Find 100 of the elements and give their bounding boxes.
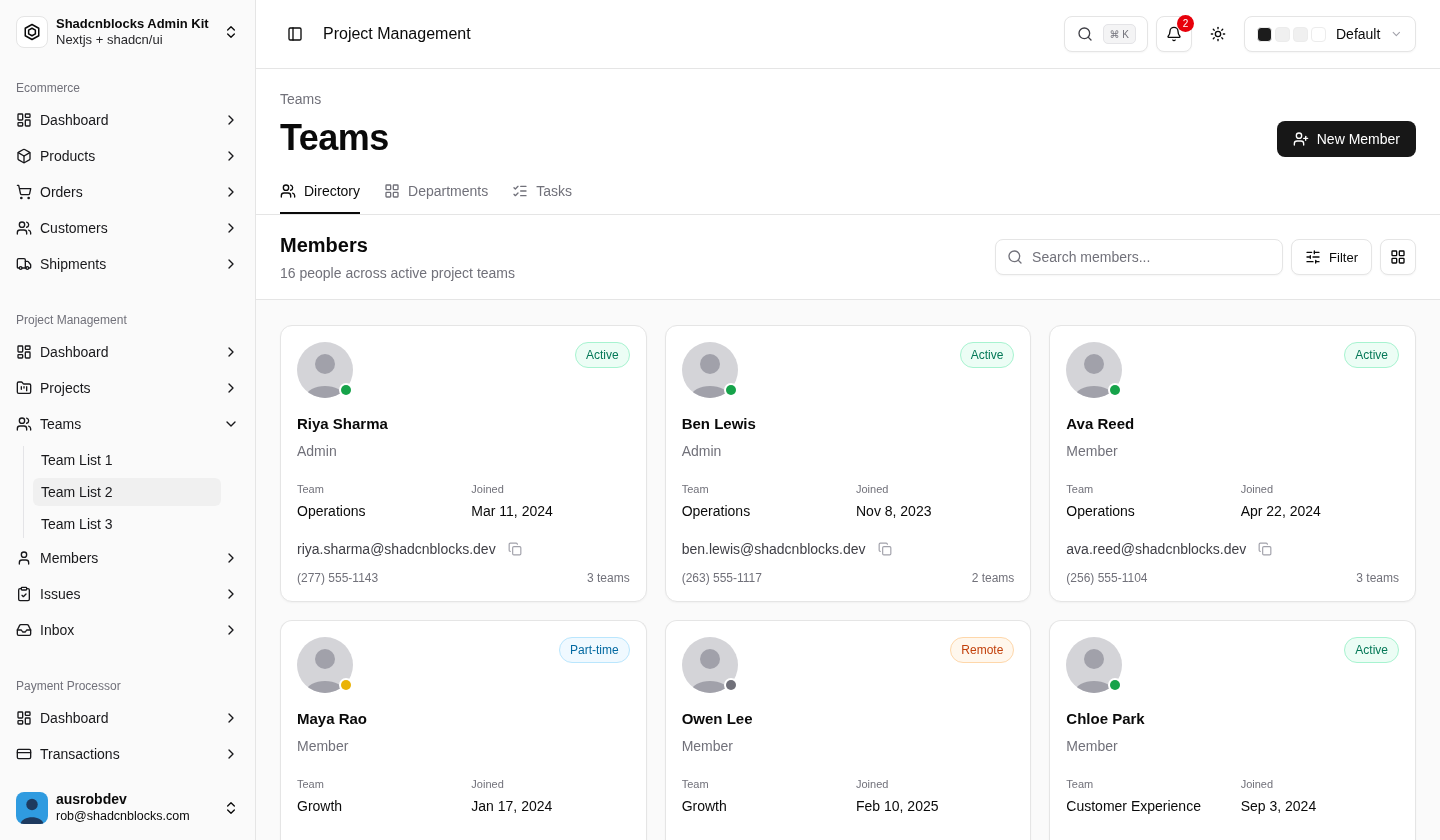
sliders-icon xyxy=(1305,249,1322,265)
nav-item[interactable]: Issues xyxy=(8,578,247,610)
cart-icon xyxy=(16,184,32,200)
email-address: riya.sharma@shadcnblocks.dev xyxy=(297,540,496,559)
joined-date: Apr 22, 2024 xyxy=(1240,502,1322,521)
users-icon xyxy=(16,220,32,236)
notifications-button[interactable]: 2 xyxy=(1156,16,1192,52)
member-role: Admin xyxy=(681,442,723,461)
page-title: Teams xyxy=(280,118,389,158)
nav-item[interactable]: Dashboard xyxy=(8,336,247,368)
field-label: Team xyxy=(297,777,325,792)
nav-item[interactable]: Orders xyxy=(8,176,247,208)
team-name: Growth xyxy=(297,797,344,816)
field-label: Joined xyxy=(471,482,505,497)
status-badge: Active xyxy=(1344,342,1399,368)
workspace-name: Shadcnblocks Admin Kit xyxy=(56,16,210,32)
member-role: Member xyxy=(1066,442,1119,461)
nav-item[interactable]: Dashboard xyxy=(8,104,247,136)
user-icon xyxy=(16,550,32,566)
phone-number: (263) 555-1117 xyxy=(681,570,762,586)
copy-icon[interactable] xyxy=(877,542,892,556)
status-badge: Part-time xyxy=(558,637,630,663)
team-count: 2 teams xyxy=(971,570,1015,586)
notification-badge: 2 xyxy=(1177,15,1194,32)
team-count: 3 teams xyxy=(1356,570,1399,586)
team-name: Operations xyxy=(681,502,752,521)
copy-icon[interactable] xyxy=(1258,542,1273,556)
nav-item[interactable]: Customers xyxy=(8,212,247,244)
tab[interactable]: Directory xyxy=(280,181,360,214)
section-label: Ecommerce xyxy=(15,80,81,97)
submenu-item[interactable]: Team List 2 xyxy=(33,478,221,506)
avatar-silhouette-icon xyxy=(1066,342,1123,398)
workspace-switcher[interactable]: Shadcnblocks Admin Kit Nextjs + shadcn/ui xyxy=(8,8,247,56)
nav-item[interactable]: Members xyxy=(8,542,247,574)
nav-item[interactable]: Transactions xyxy=(8,738,247,770)
status-badge: Active xyxy=(959,342,1015,368)
section-title: Members xyxy=(280,233,369,258)
inbox-icon xyxy=(16,622,32,638)
clipboard-check-icon xyxy=(16,586,32,602)
status-badge: Remote xyxy=(950,637,1015,663)
avatar-silhouette-icon xyxy=(1066,637,1123,693)
submenu-item[interactable]: Team List 1 xyxy=(33,446,221,474)
field-label: Team xyxy=(297,482,325,497)
joined-date: Mar 11, 2024 xyxy=(471,502,554,521)
user-email: rob@shadcnblocks.com xyxy=(56,808,191,824)
field-label: Team xyxy=(681,482,710,497)
bell-icon xyxy=(1166,26,1182,42)
phone-number: (256) 555-1104 xyxy=(1066,570,1148,586)
submenu-item[interactable]: Team List 3 xyxy=(33,510,221,538)
search-icon xyxy=(1076,26,1093,42)
nav-item[interactable]: Products xyxy=(8,140,247,172)
user-menu[interactable]: ausrobdev rob@shadcnblocks.com xyxy=(8,783,247,832)
member-name: Ava Reed xyxy=(1066,414,1136,434)
users-icon xyxy=(16,416,32,432)
checklist-icon xyxy=(512,183,529,199)
theme-select[interactable]: Default xyxy=(1244,16,1416,52)
panel-left-icon xyxy=(287,26,303,42)
phone-number: (277) 555-1143 xyxy=(297,570,379,586)
status-badge: Active xyxy=(1344,637,1399,663)
search-field[interactable]: Search members... xyxy=(995,239,1284,275)
grid-icon xyxy=(384,183,400,199)
avatar-silhouette-icon xyxy=(297,637,353,693)
grid-icon xyxy=(1390,249,1406,265)
user-name: ausrobdev xyxy=(56,791,128,808)
joined-date: Feb 10, 2025 xyxy=(856,797,940,816)
field-label: Team xyxy=(1066,482,1095,497)
email-address: ava.reed@shadcnblocks.dev xyxy=(1066,540,1247,559)
nav-item[interactable]: Teams xyxy=(8,408,247,440)
joined-date: Sep 3, 2024 xyxy=(1240,797,1318,816)
nav-item[interactable]: Inbox xyxy=(8,614,247,646)
member-name: Owen Lee xyxy=(681,709,754,729)
users-icon xyxy=(280,183,296,199)
grid-view-button[interactable] xyxy=(1380,239,1416,275)
section-label: Payment Processor xyxy=(15,678,122,695)
nav-item[interactable]: Shipments xyxy=(8,248,247,280)
member-role: Admin xyxy=(297,442,338,461)
nav-item[interactable]: Projects xyxy=(8,372,247,404)
shortcut-hint: ⌘ K xyxy=(1102,24,1136,44)
member-name: Riya Sharma xyxy=(297,414,389,434)
field-label: Team xyxy=(1066,777,1095,792)
field-label: Joined xyxy=(1240,777,1275,792)
nav-item[interactable]: Dashboard xyxy=(8,702,247,734)
tab[interactable]: Departments xyxy=(384,181,489,214)
member-role: Member xyxy=(297,737,350,756)
field-label: Joined xyxy=(471,777,505,792)
dashboard-grid-icon xyxy=(16,344,32,360)
copy-icon[interactable] xyxy=(507,542,522,556)
dashboard-grid-icon xyxy=(16,112,32,128)
section-subtitle: 16 people across active project teams xyxy=(280,264,515,283)
avatar-silhouette-icon xyxy=(297,342,353,398)
hexagon-logo-icon xyxy=(16,16,48,48)
field-label: Joined xyxy=(856,777,890,792)
field-label: Joined xyxy=(1240,482,1275,497)
tab[interactable]: Tasks xyxy=(512,181,572,214)
box-icon xyxy=(16,148,32,164)
filter-button[interactable]: Filter xyxy=(1291,239,1372,275)
status-badge: Active xyxy=(574,342,630,368)
new-member-button[interactable]: New Member xyxy=(1276,121,1416,157)
search-button[interactable]: ⌘ K xyxy=(1063,16,1148,52)
avatar-silhouette-icon xyxy=(16,791,48,824)
